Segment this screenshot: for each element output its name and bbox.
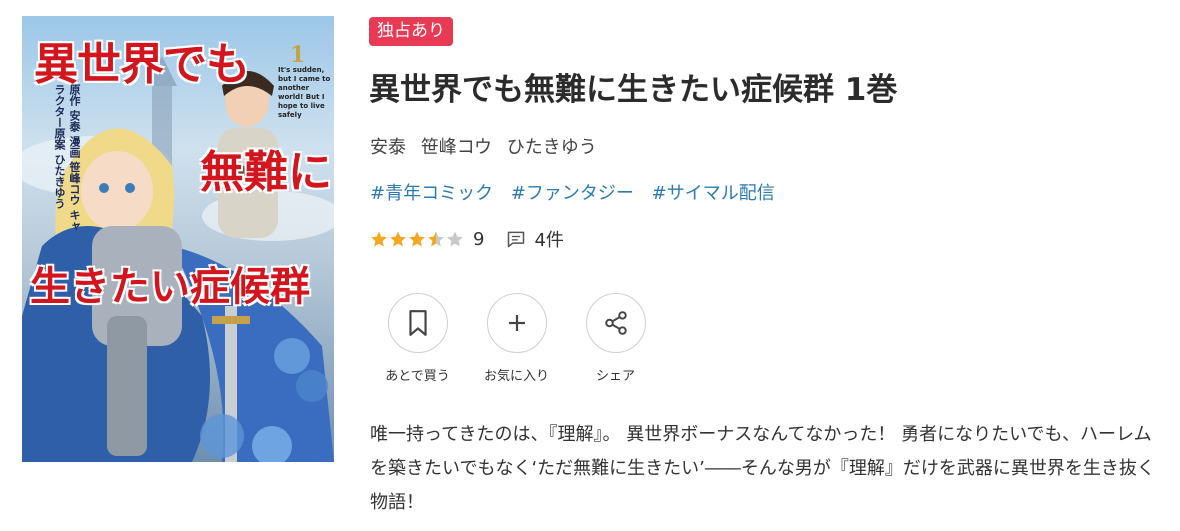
share-icon (604, 311, 627, 335)
plus-icon (508, 315, 525, 331)
favorite-label: お気に入り (483, 369, 549, 384)
share-action[interactable]: シェア (566, 293, 665, 384)
cover-title-line3: 生きたい症候群 (30, 263, 310, 310)
star-full-icon (371, 231, 387, 247)
action-buttons: あとで買う お気に入り シェア (368, 293, 665, 384)
cover-title-line1: 異世界でも (34, 39, 250, 90)
favorite-button[interactable] (486, 293, 547, 353)
page-title: 異世界でも無難に生きたい症候群 1巻 (369, 72, 898, 108)
share-label: シェア (595, 369, 635, 384)
rating-row[interactable]: 9 4件 (370, 227, 564, 251)
buy-later-action[interactable]: あとで買う (368, 293, 467, 384)
tag-link[interactable]: #サイマル配信 (652, 183, 775, 204)
cover-title-line2: 無難に (200, 147, 332, 198)
tag-link[interactable]: #青年コミック (370, 183, 493, 204)
description: 唯一持ってきたのは、『理解』。 異世界ボーナスなんてなかった！ 勇者になりたいで… (370, 424, 1155, 513)
product-page: 異世界でも 無難に 生きたい症候群 1 It's sudden, but I c… (0, 0, 1180, 531)
cover-credits: 原作 安泰 漫画 笹峰コウ キャラクター原案 ひたきゆう (53, 84, 81, 232)
author-link[interactable]: 笹峰コウ (421, 137, 492, 158)
star-full-icon (390, 231, 406, 247)
author-link[interactable]: 安泰 (370, 137, 406, 158)
buy-later-button[interactable] (387, 293, 448, 353)
cover-volume: 1 (290, 42, 306, 68)
share-button[interactable] (585, 293, 646, 353)
star-half-icon (428, 231, 444, 247)
star-rating (370, 230, 465, 248)
tag-list: #青年コミック #ファンタジー #サイマル配信 (370, 179, 787, 205)
review-count: 4件 (534, 230, 564, 251)
favorite-action[interactable]: お気に入り (467, 293, 566, 384)
cover-english-tagline: It's sudden, but I came to another world… (278, 66, 331, 119)
exclusive-badge: 独占あり (369, 17, 453, 46)
author-list: 安泰 笹峰コウ ひたきゆう (370, 133, 606, 159)
rating-count: 9 (473, 228, 485, 250)
bookmark-icon (408, 310, 427, 336)
star-full-icon (409, 231, 425, 247)
author-link[interactable]: ひたきゆう (507, 137, 597, 158)
tag-link[interactable]: #ファンタジー (511, 183, 634, 204)
comment-icon (508, 231, 525, 248)
cover-image[interactable]: 異世界でも 無難に 生きたい症候群 1 It's sudden, but I c… (22, 16, 334, 462)
star-empty-icon (447, 231, 463, 247)
buy-later-label: あとで買う (385, 369, 450, 384)
